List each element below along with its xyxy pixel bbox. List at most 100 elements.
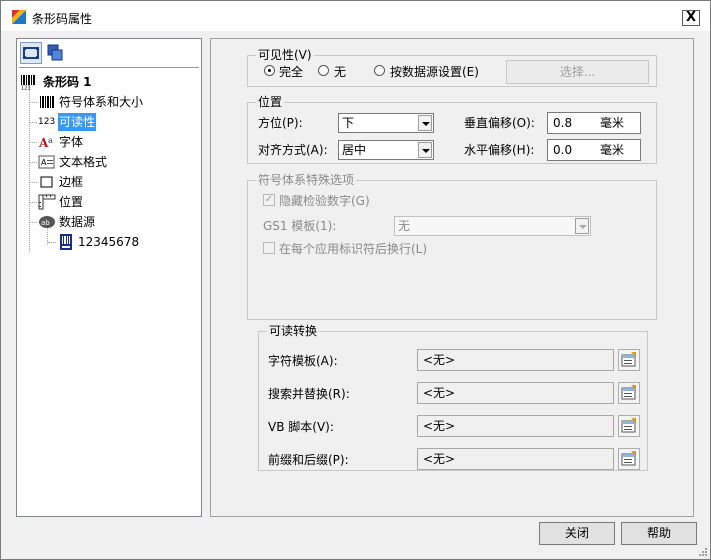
tree-root-label: 条形码 1 bbox=[43, 75, 92, 89]
alignment-value: 居中 bbox=[342, 143, 367, 157]
app-icon bbox=[11, 9, 27, 25]
tree-connector bbox=[30, 122, 37, 123]
char-template-field[interactable]: <无> bbox=[417, 349, 614, 371]
search-replace-field[interactable]: <无> bbox=[417, 382, 614, 404]
tree-connector bbox=[30, 102, 37, 103]
horizontal-offset-input[interactable]: 0.0 毫米 bbox=[547, 139, 641, 161]
vertical-offset-input[interactable]: 0.8 毫米 bbox=[547, 112, 641, 134]
chevron-down-icon bbox=[418, 115, 432, 131]
svg-text:123: 123 bbox=[21, 86, 31, 91]
placement-label: 方位(P): bbox=[258, 116, 303, 130]
tree-connector bbox=[30, 202, 37, 203]
search-replace-label: 搜索并替换(R): bbox=[268, 387, 350, 401]
search-replace-edit-button[interactable] bbox=[618, 382, 640, 404]
placement-select[interactable]: 下 bbox=[338, 113, 434, 133]
layers-icon bbox=[47, 44, 63, 61]
barcode-properties-dialog: 条形码属性 X 123 条形码 1 符号体系和大小 123 可读性 A a 字体… bbox=[0, 0, 711, 560]
tree-connector bbox=[30, 142, 37, 143]
vertical-offset-unit: 毫米 bbox=[600, 116, 625, 130]
char-template-edit-button[interactable] bbox=[618, 349, 640, 371]
properties-panel: 可见性(V) 完全 无 按数据源设置(E) 选择... 位置 方位(P): 下 … bbox=[210, 38, 694, 517]
data-source-icon: ab bbox=[39, 216, 55, 228]
visibility-full-radio[interactable] bbox=[264, 65, 275, 76]
tree-connector bbox=[29, 89, 30, 251]
visibility-by-data-source-label: 按数据源设置(E) bbox=[390, 65, 479, 79]
tree-connector bbox=[30, 182, 37, 183]
single-view-button[interactable] bbox=[20, 42, 42, 64]
ruler-icon bbox=[38, 194, 56, 210]
hide-check-digit-checkbox[interactable]: ✓ bbox=[263, 194, 275, 206]
chevron-down-icon bbox=[418, 142, 432, 158]
toolbar-divider bbox=[19, 67, 199, 68]
placement-value: 下 bbox=[342, 116, 355, 130]
svg-text:ab: ab bbox=[41, 219, 50, 227]
readable-transform-title: 可读转换 bbox=[267, 324, 320, 338]
symbology-options-title: 符号体系特殊选项 bbox=[256, 173, 357, 187]
frame-select-icon bbox=[23, 47, 39, 59]
horizontal-offset-value: 0.0 bbox=[553, 143, 573, 157]
resize-grip-icon[interactable] bbox=[698, 547, 708, 557]
tree-toolbar bbox=[20, 42, 70, 64]
barcode-root-icon: 123 bbox=[21, 75, 35, 91]
tree-item-label: 符号体系和大小 bbox=[59, 95, 144, 109]
tree-item-label: 边框 bbox=[59, 175, 84, 189]
visibility-none-label: 无 bbox=[334, 65, 347, 79]
tree-item-label: 12345678 bbox=[78, 235, 140, 249]
tree-item-label: 文本格式 bbox=[59, 155, 108, 169]
position-group-title: 位置 bbox=[256, 95, 285, 109]
tree-item-label: 数据源 bbox=[59, 215, 96, 229]
font-icon: A a bbox=[38, 136, 53, 150]
alignment-select[interactable]: 居中 bbox=[338, 140, 434, 160]
vb-script-edit-button[interactable] bbox=[618, 415, 640, 437]
visibility-none-radio[interactable] bbox=[318, 65, 329, 76]
chevron-down-icon bbox=[575, 218, 589, 234]
tree-item-label: 位置 bbox=[59, 195, 84, 209]
dialog-body: 123 条形码 1 符号体系和大小 123 可读性 A a 字体 A 文本格式 … bbox=[1, 32, 710, 559]
visibility-full-label: 完全 bbox=[279, 65, 304, 79]
help-button[interactable]: 帮助 bbox=[621, 522, 697, 545]
multi-view-button[interactable] bbox=[44, 42, 66, 64]
gs1-template-label: GS1 模板(1): bbox=[263, 219, 337, 233]
prefix-suffix-field[interactable]: <无> bbox=[417, 448, 614, 470]
border-icon bbox=[40, 176, 53, 188]
char-template-label: 字符模板(A): bbox=[268, 354, 338, 368]
gs1-template-select[interactable]: 无 bbox=[394, 216, 591, 236]
symbology-options-group: 符号体系特殊选项 ✓ 隐藏检验数字(G) GS1 模板(1): 无 在每个应用标… bbox=[247, 173, 657, 320]
close-window-button[interactable]: X bbox=[682, 10, 700, 26]
horizontal-offset-label: 水平偏移(H): bbox=[464, 143, 535, 157]
prefix-suffix-label: 前缀和后缀(P): bbox=[268, 453, 349, 467]
vertical-offset-value: 0.8 bbox=[553, 116, 573, 130]
edit-list-icon bbox=[621, 418, 636, 433]
vb-script-label: VB 脚本(V): bbox=[268, 420, 334, 434]
visibility-by-data-source-radio[interactable] bbox=[374, 65, 385, 76]
title-bar: 条形码属性 X bbox=[1, 1, 710, 31]
svg-text:a: a bbox=[48, 136, 53, 145]
barcode-icon bbox=[40, 96, 54, 108]
gs1-template-value: 无 bbox=[398, 219, 411, 233]
newline-after-ai-label: 在每个应用标识符后换行(L) bbox=[279, 242, 428, 256]
svg-text:A: A bbox=[41, 158, 47, 167]
tree-connector bbox=[30, 222, 37, 223]
edit-list-icon bbox=[621, 385, 636, 400]
hide-check-digit-label: 隐藏检验数字(G) bbox=[279, 194, 370, 208]
newline-after-ai-checkbox[interactable] bbox=[263, 242, 275, 254]
prefix-suffix-edit-button[interactable] bbox=[618, 448, 640, 470]
tree-connector bbox=[48, 242, 56, 243]
edit-list-icon bbox=[621, 451, 636, 466]
visibility-group: 可见性(V) 完全 无 按数据源设置(E) 选择... bbox=[247, 48, 657, 87]
readable-transform-group: 可读转换 字符模板(A): <无> 搜索并替换(R): <无> VB 脚本(V)… bbox=[258, 324, 648, 471]
window-title: 条形码属性 bbox=[32, 12, 93, 26]
position-group: 位置 方位(P): 下 对齐方式(A): 居中 垂直偏移(O): 0.8 毫米 … bbox=[247, 95, 657, 164]
variable-icon bbox=[60, 234, 72, 250]
tree-connector bbox=[30, 162, 37, 163]
edit-list-icon bbox=[621, 352, 636, 367]
tree-item-label: 字体 bbox=[59, 135, 84, 149]
alignment-label: 对齐方式(A): bbox=[258, 143, 328, 157]
close-button[interactable]: 关闭 bbox=[539, 522, 615, 545]
vertical-offset-label: 垂直偏移(O): bbox=[464, 116, 535, 130]
property-tree: 123 条形码 1 符号体系和大小 123 可读性 A a 字体 A 文本格式 … bbox=[16, 38, 202, 517]
tree-item-label: 可读性 bbox=[58, 113, 97, 131]
vb-script-field[interactable]: <无> bbox=[417, 415, 614, 437]
horizontal-offset-unit: 毫米 bbox=[600, 143, 625, 157]
select-button[interactable]: 选择... bbox=[506, 60, 649, 84]
